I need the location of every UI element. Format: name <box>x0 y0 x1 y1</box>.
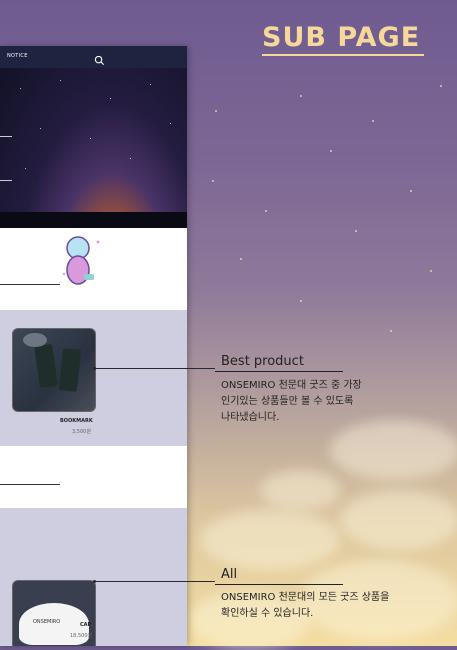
mascot-section <box>0 228 187 310</box>
section-divider <box>0 284 60 285</box>
description-line: ONSEMIRO 천문대의 모든 굿즈 상품을 <box>221 592 390 603</box>
all-description: ONSEMIRO 천문대의 모든 굿즈 상품을 확인하실 수 있습니다. <box>221 590 421 622</box>
page-title: SUB PAGE <box>262 22 421 53</box>
slider-indicator[interactable] <box>0 180 12 181</box>
title-underline <box>262 54 424 56</box>
best-product-section: BOOKMARK 3,500원 <box>0 310 187 446</box>
hero-night-sky-image <box>0 68 187 228</box>
bookmark-image <box>58 348 82 392</box>
best-product-heading-rule <box>215 371 343 372</box>
product-name: CAP <box>80 622 92 628</box>
description-line: 인기있는 상품들만 볼 수 있도록 <box>221 396 354 407</box>
all-heading-rule <box>215 584 343 585</box>
top-nav-bar: NOTICE <box>0 46 187 68</box>
product-price: 3,500원 <box>72 429 91 435</box>
description-line: ONSEMIRO 천문대 굿즈 중 가장 <box>221 380 362 391</box>
description-line: 나타냈습니다. <box>221 412 280 423</box>
product-card-bookmark[interactable] <box>12 328 96 412</box>
slider-indicator[interactable] <box>0 136 12 137</box>
horizon <box>0 212 187 228</box>
pointer-line-best <box>95 368 215 369</box>
description-line: 확인하실 수 있습니다. <box>221 608 314 619</box>
all-heading: All <box>221 567 238 582</box>
pointer-line-all <box>95 581 215 582</box>
bookmark-image <box>34 343 58 389</box>
section-divider <box>0 484 60 485</box>
all-products-section: ONSEMIRO <box>0 508 187 646</box>
cap-print-text: ONSEMIRO <box>33 619 61 625</box>
phone-mockup: NOTICE BOOKMARK 3,500원 ONSEMIRO <box>0 46 187 646</box>
astronaut-mascot-icon <box>62 236 100 285</box>
best-product-heading: Best product <box>221 354 304 369</box>
all-products-header <box>0 446 187 508</box>
product-name: BOOKMARK <box>60 418 93 424</box>
best-product-description: ONSEMIRO 천문대 굿즈 중 가장 인기있는 상품들만 볼 수 있도록 나… <box>221 378 421 426</box>
product-price: 18,500원 <box>70 633 93 639</box>
nav-item-notice[interactable]: NOTICE <box>7 53 28 59</box>
